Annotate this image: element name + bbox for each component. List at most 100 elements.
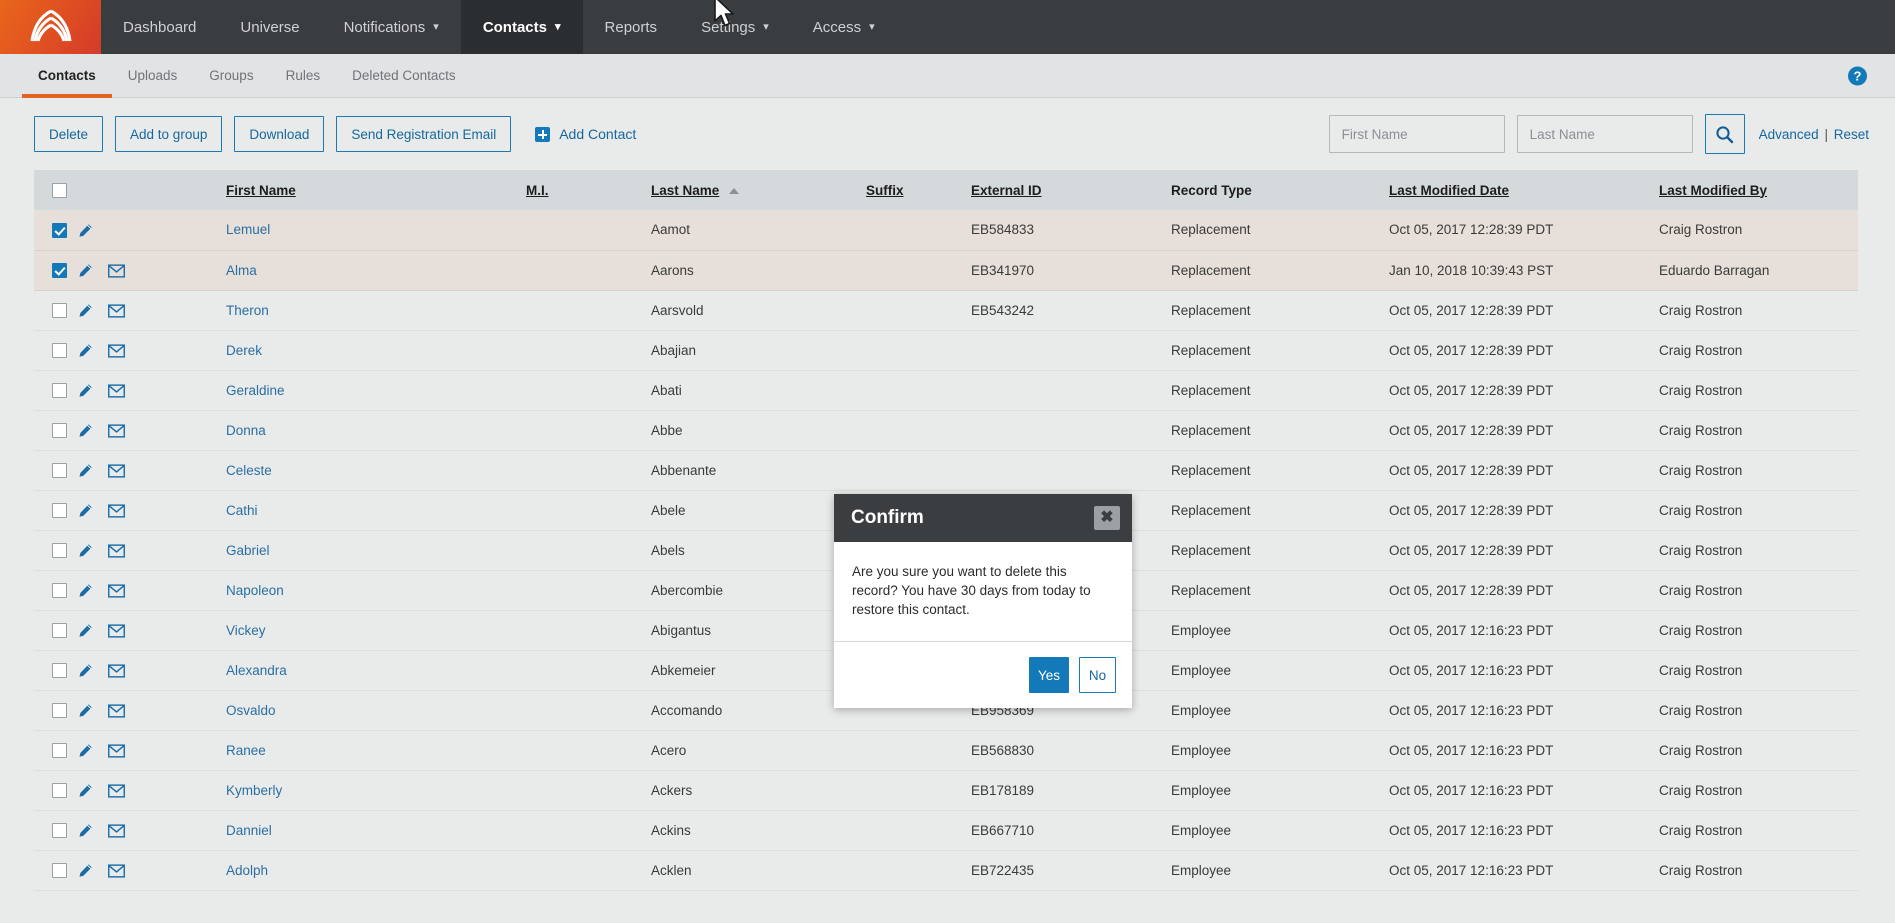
nav-item-universe[interactable]: Universe: [218, 0, 321, 54]
envelope-icon[interactable]: [108, 624, 125, 638]
nav-item-reports[interactable]: Reports: [583, 0, 680, 54]
edit-pencil-icon[interactable]: [78, 823, 93, 838]
envelope-icon[interactable]: [108, 424, 125, 438]
download-button[interactable]: Download: [234, 116, 325, 152]
row-checkbox[interactable]: [52, 382, 67, 398]
row-select-cell[interactable]: [34, 370, 70, 411]
envelope-icon[interactable]: [108, 824, 125, 838]
envelope-icon[interactable]: [108, 744, 125, 758]
edit-pencil-icon[interactable]: [78, 543, 93, 558]
row-edit-cell[interactable]: [70, 570, 100, 611]
edit-pencil-icon[interactable]: [78, 383, 93, 398]
row-checkbox[interactable]: [52, 582, 67, 598]
envelope-icon[interactable]: [108, 784, 125, 798]
subnav-item-uploads[interactable]: Uploads: [112, 54, 194, 97]
edit-pencil-icon[interactable]: [78, 663, 93, 678]
contact-name-link[interactable]: Donna: [226, 423, 266, 438]
row-edit-cell[interactable]: [70, 530, 100, 571]
edit-pencil-icon[interactable]: [78, 463, 93, 478]
row-email-cell[interactable]: [100, 250, 218, 291]
last-name-search-input[interactable]: [1516, 115, 1693, 153]
table-row[interactable]: Derek Abajian Replacement Oct 05, 2017 12:2…: [34, 330, 1858, 371]
contact-name-link[interactable]: Adolph: [226, 863, 268, 878]
search-button[interactable]: [1704, 114, 1745, 154]
envelope-icon[interactable]: [108, 584, 125, 598]
table-row[interactable]: Danniel Ackins EB667710 Employee Oct 05, 201…: [34, 810, 1858, 851]
row-checkbox[interactable]: [52, 622, 67, 638]
column-header-external-id[interactable]: External ID: [963, 170, 1163, 210]
cell-first-name[interactable]: Gabriel: [218, 530, 518, 571]
row-edit-cell[interactable]: [70, 610, 100, 651]
contact-name-link[interactable]: Napoleon: [226, 583, 284, 598]
row-email-cell[interactable]: [100, 530, 218, 571]
envelope-icon[interactable]: [108, 344, 125, 358]
row-select-cell[interactable]: [34, 810, 70, 851]
row-select-cell[interactable]: [34, 210, 70, 251]
row-email-cell[interactable]: [100, 450, 218, 491]
edit-pencil-icon[interactable]: [78, 423, 93, 438]
cell-first-name[interactable]: Napoleon: [218, 570, 518, 611]
table-row[interactable]: Lemuel Aamot EB584833 Replacement Oct 05, 20…: [34, 210, 1858, 251]
envelope-icon[interactable]: [108, 304, 125, 318]
envelope-icon[interactable]: [108, 544, 125, 558]
column-header-first-name[interactable]: First Name: [218, 170, 518, 210]
row-email-cell[interactable]: [100, 370, 218, 411]
row-email-cell[interactable]: [100, 890, 218, 900]
row-edit-cell[interactable]: [70, 330, 100, 371]
nav-item-notifications[interactable]: Notifications ▾: [322, 0, 461, 54]
edit-pencil-icon[interactable]: [78, 623, 93, 638]
column-header-last-modified-date[interactable]: Last Modified Date: [1381, 170, 1651, 210]
contact-name-link[interactable]: Gabriel: [226, 543, 270, 558]
row-email-cell[interactable]: [100, 850, 218, 891]
table-row[interactable]: Kymberly Ackers EB178189 Employee Oct 05, 20…: [34, 770, 1858, 811]
row-select-cell[interactable]: [34, 730, 70, 771]
row-checkbox[interactable]: [52, 702, 67, 718]
cell-first-name[interactable]: Kymberly: [218, 770, 518, 811]
table-row[interactable]: Geraldine Abati Replacement Oct 05, 2017 12…: [34, 370, 1858, 411]
row-email-cell[interactable]: [100, 730, 218, 771]
row-select-cell[interactable]: [34, 610, 70, 651]
close-icon[interactable]: ✖: [1094, 506, 1120, 530]
sort-mi[interactable]: M.I.: [526, 183, 549, 198]
table-row[interactable]: Celeste Abbenante Replacement Oct 05, 2017 …: [34, 450, 1858, 491]
row-email-cell[interactable]: [100, 290, 218, 331]
edit-pencil-icon[interactable]: [78, 583, 93, 598]
row-email-cell[interactable]: [100, 810, 218, 851]
add-contact-link[interactable]: Add Contact: [535, 126, 636, 142]
row-select-cell[interactable]: [34, 770, 70, 811]
cell-first-name[interactable]: Alma: [218, 250, 518, 291]
row-select-cell[interactable]: [34, 890, 70, 900]
first-name-search-input[interactable]: [1328, 115, 1505, 153]
row-edit-cell[interactable]: [70, 890, 100, 900]
subnav-item-groups[interactable]: Groups: [193, 54, 269, 97]
column-header-last-modified-by[interactable]: Last Modified By: [1651, 170, 1858, 210]
edit-pencil-icon[interactable]: [78, 863, 93, 878]
row-select-cell[interactable]: [34, 850, 70, 891]
contact-name-link[interactable]: Celeste: [226, 463, 272, 478]
nav-item-settings[interactable]: Settings ▾: [679, 0, 791, 54]
table-row[interactable]: Alma Aarons EB341970 Replacement Jan 10, 201…: [34, 250, 1858, 291]
row-checkbox[interactable]: [52, 222, 67, 238]
row-edit-cell[interactable]: [70, 410, 100, 451]
row-edit-cell[interactable]: [70, 850, 100, 891]
row-checkbox[interactable]: [52, 462, 67, 478]
row-checkbox[interactable]: [52, 422, 67, 438]
contact-name-link[interactable]: Alexandra: [226, 663, 287, 678]
edit-pencil-icon[interactable]: [78, 743, 93, 758]
row-select-cell[interactable]: [34, 290, 70, 331]
contact-name-link[interactable]: Lemuel: [226, 222, 270, 237]
envelope-icon[interactable]: [108, 664, 125, 678]
row-email-cell[interactable]: [100, 570, 218, 611]
contact-name-link[interactable]: Alma: [226, 263, 257, 278]
contact-name-link[interactable]: Osvaldo: [226, 703, 276, 718]
cell-first-name[interactable]: Geraldine: [218, 370, 518, 411]
row-select-cell[interactable]: [34, 410, 70, 451]
row-email-cell[interactable]: [100, 650, 218, 691]
table-row[interactable]: Donna Abbe Replacement Oct 05, 2017 12:28:3…: [34, 410, 1858, 451]
table-row[interactable]: Micha Ackman EB451444EmployeeOct 05, 2017 …: [34, 890, 1858, 900]
confirm-no-button[interactable]: No: [1079, 657, 1116, 694]
row-checkbox[interactable]: [52, 862, 67, 878]
envelope-icon[interactable]: [108, 504, 125, 518]
subnav-item-deleted-contacts[interactable]: Deleted Contacts: [336, 54, 472, 97]
cell-first-name[interactable]: Derek: [218, 330, 518, 371]
